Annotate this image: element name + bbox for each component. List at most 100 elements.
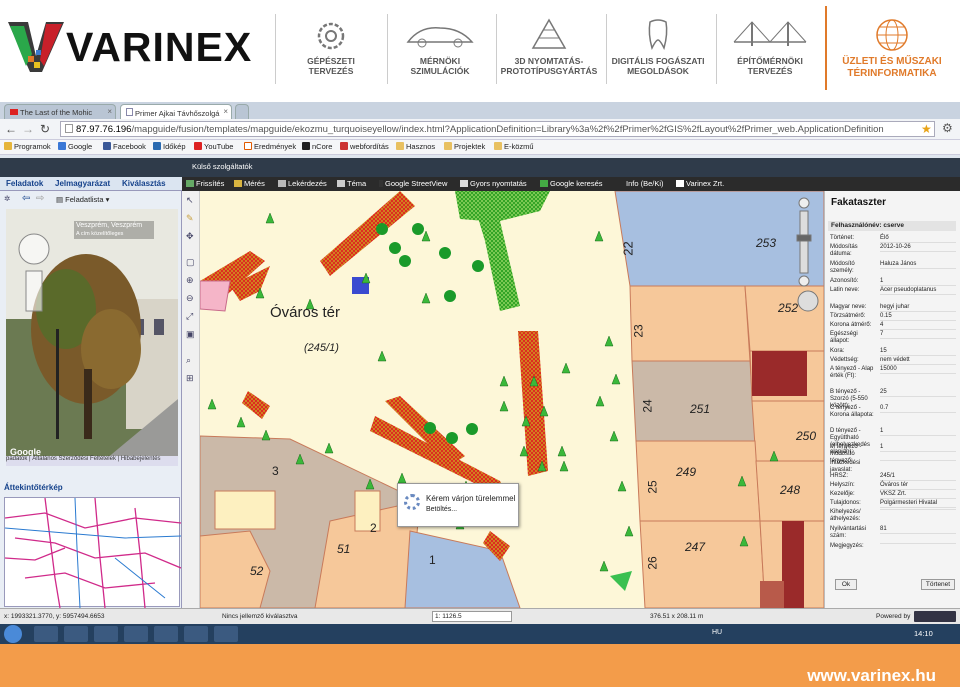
taskbar-word[interactable]	[184, 626, 208, 642]
map-canvas[interactable]: Óváros tér (245/1) 22 253 252 23 251 24 …	[200, 191, 824, 608]
close-icon[interactable]: ×	[107, 107, 112, 116]
history-button[interactable]: Törtenet	[921, 579, 955, 590]
bookmark-folder[interactable]: Hasznos	[396, 142, 435, 151]
street-view-caption[interactable]: padatok | Általános Szerződési Feltétele…	[6, 456, 178, 466]
bookmark-item[interactable]: Eredmények	[244, 142, 296, 151]
reload-icon[interactable]: ↻	[40, 122, 50, 136]
bookmark-star-icon[interactable]: ★	[921, 122, 932, 136]
pan-icon[interactable]: ✥	[186, 231, 196, 241]
theme-button[interactable]: Téma	[337, 179, 366, 188]
parcel-label: 26	[645, 556, 660, 570]
bookmark-item[interactable]: Programok	[4, 142, 51, 151]
tab-selection[interactable]: Kiválasztás	[122, 179, 166, 188]
zoom-out-icon[interactable]: ⊖	[186, 293, 196, 303]
category-simulation[interactable]: MÉRNÖKI SZIMULÁCIÓK	[385, 16, 495, 96]
attribute-value: 15000	[880, 366, 956, 374]
zoom-in-icon[interactable]: ⊕	[186, 275, 196, 285]
wrench-icon[interactable]: ⚙	[942, 121, 953, 135]
external-services-label[interactable]: Külső szolgáltatók	[192, 162, 252, 171]
forward-arrow-icon[interactable]: →	[22, 122, 34, 136]
attribute-value: 1	[880, 428, 956, 436]
bookmark-item[interactable]: YouTube	[194, 142, 233, 151]
bookmark-item[interactable]: nCore	[302, 142, 332, 151]
coordinates-readout: x: 1993321.3770, y: 5957494.6653	[4, 613, 105, 620]
bookmark-item[interactable]: Google	[58, 142, 92, 151]
language-indicator[interactable]: HU	[712, 629, 722, 636]
attribute-row: Egészségi állapot: 7	[828, 331, 956, 347]
refresh-button[interactable]: Frissítés	[186, 179, 224, 188]
category-gis[interactable]: ÜZLETI ÉS MŰSZAKI TÉRINFORMATIKA	[830, 16, 954, 96]
street-view-panel[interactable]: Veszprém, Veszprém A cím közelítőleges G…	[6, 209, 178, 459]
query-button[interactable]: Lekérdezés	[278, 179, 327, 188]
attribute-row: Védettség: nem védett	[828, 357, 956, 365]
attribute-key: HRSZ:	[830, 473, 848, 479]
magnifier-icon[interactable]: ⌕	[186, 355, 196, 365]
pencil-icon[interactable]: ✎	[186, 213, 196, 223]
loading-dialog: Kérem várjon türelemmel Betöltés...	[397, 483, 519, 527]
task-list-dropdown[interactable]: ▤ Feladatlista ▾	[56, 195, 109, 204]
close-icon[interactable]: ×	[223, 107, 228, 116]
bookmark-folder[interactable]: Projektek	[444, 142, 485, 151]
attribute-value: Acer pseudoplatanus	[880, 287, 956, 295]
attribute-value: 0.7	[880, 405, 956, 413]
attribute-value: 1	[880, 278, 956, 286]
zoom-rect-icon[interactable]: ▢	[186, 257, 196, 267]
forward-arrow-icon[interactable]: ⇨	[36, 193, 44, 204]
select-arrow-icon[interactable]: ↖	[186, 195, 196, 205]
quick-print-button[interactable]: Gyors nyomtatás	[460, 179, 527, 188]
results-icon	[244, 142, 252, 150]
tab-legend[interactable]: Jelmagyarázat	[55, 179, 110, 188]
tab-title: Primer Ajkai Távhőszolgá	[135, 109, 220, 118]
attribute-key: Helyszín:	[830, 482, 855, 488]
back-arrow-icon[interactable]: ←	[5, 122, 17, 136]
loading-subtitle: Betöltés...	[426, 506, 458, 513]
clock: 14:10	[914, 629, 933, 638]
browser-tab[interactable]: The Last of the Mohic ×	[4, 104, 116, 119]
attribute-key: Védettség:	[830, 357, 859, 363]
settings-icon[interactable]: ✲	[4, 194, 10, 203]
new-tab-button[interactable]	[235, 104, 249, 119]
category-label: GÉPÉSZETI TERVEZÉS	[307, 56, 355, 76]
address-bar[interactable]: 87.97.76.196/mapguide/fusion/templates/m…	[60, 121, 935, 137]
print-icon	[460, 180, 468, 187]
taskbar-skype[interactable]	[154, 626, 178, 642]
app-top-bar: Külső szolgáltatók	[0, 158, 960, 177]
tab-tasks[interactable]: Feladatok	[6, 179, 43, 188]
square-code-label: (245/1)	[304, 342, 339, 354]
taskbar-chrome[interactable]	[94, 626, 118, 642]
attribute-row: Magyar neve: hegyi juhar	[828, 304, 956, 312]
bookmark-folder[interactable]: E-közmű	[494, 142, 534, 151]
full-extent-icon[interactable]: ⤢	[186, 311, 196, 321]
attribute-row: D tényező - Együttható (elhelyezkedés al…	[828, 428, 956, 455]
info-toggle-button[interactable]: Info (Be/Ki)	[626, 179, 664, 188]
google-search-button[interactable]: Google keresés	[540, 179, 603, 188]
spinner-icon	[404, 494, 420, 510]
overview-map[interactable]	[4, 497, 182, 609]
category-civil-engineering[interactable]: ÉPÍTŐMÉRNÖKI TERVEZÉS	[715, 16, 825, 96]
attribute-value	[880, 543, 956, 544]
measure-button[interactable]: Mérés	[234, 179, 265, 188]
category-3d-printing[interactable]: 3D NYOMTATÁS- PROTOTÍPUSGYÁRTÁS	[494, 16, 604, 96]
back-arrow-icon[interactable]: ⇦	[22, 193, 30, 204]
bookmark-item[interactable]: Időkép	[153, 142, 186, 151]
taskbar-explorer[interactable]	[34, 626, 58, 642]
taskbar-app[interactable]	[124, 626, 148, 642]
start-button-icon[interactable]	[4, 625, 22, 643]
ok-button[interactable]: Ok	[835, 579, 857, 590]
scale-input[interactable]: 1: 1126.5	[432, 611, 512, 622]
category-mechanical[interactable]: GÉPÉSZETI TERVEZÉS	[276, 16, 386, 96]
search-icon	[540, 180, 548, 187]
info-panel-user: Felhasználónév: cserve	[828, 221, 956, 231]
varinex-button[interactable]: Varinex Zrt.	[676, 179, 724, 188]
bookmark-item[interactable]: Facebook	[103, 142, 146, 151]
taskbar-window[interactable]	[214, 626, 238, 642]
browser-tab-active[interactable]: Primer Ajkai Távhőszolgá ×	[120, 104, 232, 119]
streetview-button[interactable]: Google StreetView	[379, 179, 447, 188]
website-url[interactable]: www.varinex.hu	[807, 666, 936, 686]
bookmark-item[interactable]: webfordítás	[340, 142, 389, 151]
next-view-icon[interactable]: ⊞	[186, 373, 196, 383]
previous-view-icon[interactable]: ▣	[186, 329, 196, 339]
map-graphics	[200, 191, 824, 608]
taskbar-media[interactable]	[64, 626, 88, 642]
category-dental[interactable]: DIGITÁLIS FOGÁSZATI MEGOLDÁSOK	[603, 16, 713, 96]
